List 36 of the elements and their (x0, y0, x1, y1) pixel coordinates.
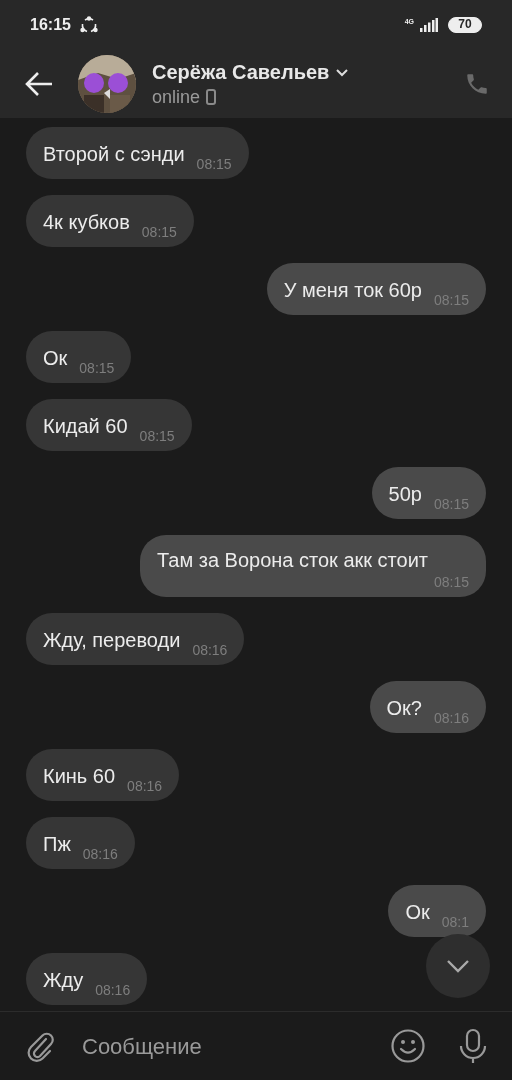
sync-icon (78, 15, 99, 35)
message-time: 08:16 (126, 777, 163, 795)
message-text: Ок (43, 346, 68, 371)
chevron-down-icon[interactable] (335, 67, 350, 77)
message-text: Пж (43, 832, 71, 857)
chevron-down-icon (446, 959, 470, 973)
message-text: Ок (405, 900, 430, 925)
message-time: 08:15 (78, 359, 115, 377)
message-text: Второй с сэнди (43, 142, 185, 167)
message-time: 08:16 (191, 641, 228, 659)
message-text: Там за Ворона сток акк стоит (157, 548, 428, 573)
message-text: 4к кубков (43, 210, 130, 235)
back-arrow-icon[interactable] (24, 71, 54, 97)
message-time: 08:15 (195, 155, 232, 173)
message-text: У меня ток 60р (283, 278, 422, 303)
clock-time: 16:15 (30, 15, 71, 35)
message-text: Жду, переводи (43, 628, 181, 653)
message-text: 50р (388, 482, 422, 507)
emoji-icon[interactable] (390, 1028, 426, 1064)
message-text: Жду (43, 968, 84, 993)
message-time: 08:16 (81, 845, 118, 863)
message-text: Кинь 60 (43, 764, 116, 789)
microphone-icon[interactable] (458, 1028, 488, 1064)
message-time: 08:15 (138, 427, 175, 445)
signal-icon (420, 18, 438, 32)
contact-name[interactable]: Серёжа Савельев (152, 59, 330, 85)
attach-icon[interactable] (26, 1030, 56, 1062)
message-time: 08:15 (140, 223, 177, 241)
battery-indicator: 70 (448, 17, 482, 33)
online-status: online (152, 86, 201, 109)
message-time: 08:16 (94, 981, 131, 999)
phone-call-icon[interactable] (464, 71, 490, 97)
message-text: Кидай 60 (43, 414, 128, 439)
phone-device-icon (206, 89, 217, 105)
message-input-field[interactable]: Сообщение (82, 1029, 378, 1063)
message-text: Ок? (386, 696, 422, 721)
